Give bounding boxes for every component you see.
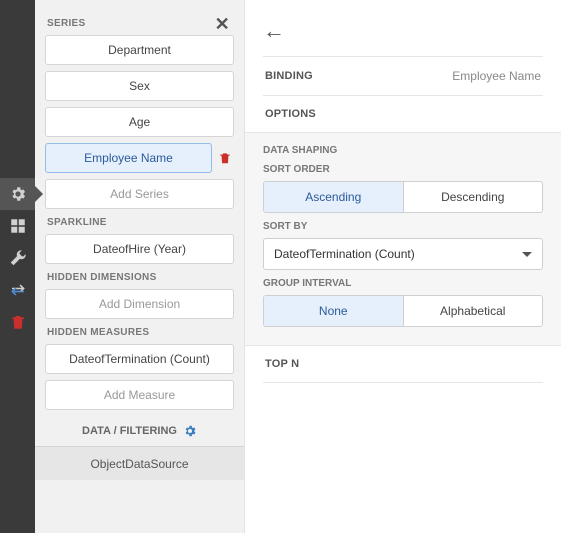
group-alphabetical-button[interactable]: Alphabetical — [403, 296, 543, 326]
binding-label: BINDING — [265, 70, 313, 82]
data-shaping-block: DATA SHAPING SORT ORDER Ascending Descen… — [245, 132, 561, 346]
series-item-selected[interactable]: Employee Name — [45, 143, 212, 173]
top-n-row[interactable]: TOP N — [263, 346, 543, 383]
gear-icon[interactable] — [183, 424, 197, 438]
top-n-label: TOP N — [265, 358, 299, 370]
add-measure-button[interactable]: Add Measure — [45, 380, 234, 410]
hidden-measure-item[interactable]: DateofTermination (Count) — [45, 344, 234, 374]
data-source-row[interactable]: ObjectDataSource — [35, 446, 244, 480]
sparkline-header: SPARKLINE — [47, 217, 107, 228]
series-item[interactable]: Sex — [45, 71, 234, 101]
sparkline-item[interactable]: DateofHire (Year) — [45, 234, 234, 264]
group-none-button[interactable]: None — [264, 296, 403, 326]
trash-icon[interactable] — [0, 306, 35, 338]
sort-order-label: SORT ORDER — [263, 164, 543, 175]
series-header: SERIES — [47, 18, 85, 29]
gear-icon[interactable] — [0, 178, 35, 210]
options-row[interactable]: OPTIONS — [263, 95, 543, 132]
data-shaping-label: DATA SHAPING — [263, 145, 543, 156]
binding-value: Employee Name — [452, 69, 541, 83]
binding-row[interactable]: BINDING Employee Name — [263, 56, 543, 95]
add-series-button[interactable]: Add Series — [45, 179, 234, 209]
chevron-down-icon — [522, 252, 532, 257]
sort-ascending-button[interactable]: Ascending — [264, 182, 403, 212]
left-panel: SERIES ✕ Department Sex Age Employee Nam… — [35, 0, 245, 533]
options-label: OPTIONS — [265, 108, 316, 120]
sort-by-label: SORT BY — [263, 221, 543, 232]
tool-sidebar — [0, 0, 35, 533]
swap-icon[interactable] — [0, 274, 35, 306]
back-arrow-icon[interactable]: ← — [263, 18, 285, 44]
delete-series-icon[interactable] — [218, 151, 234, 165]
data-filtering-header[interactable]: DATA / FILTERING — [82, 425, 177, 437]
hidden-measures-header: HIDDEN MEASURES — [47, 327, 149, 338]
sort-descending-button[interactable]: Descending — [403, 182, 543, 212]
series-item[interactable]: Age — [45, 107, 234, 137]
add-dimension-button[interactable]: Add Dimension — [45, 289, 234, 319]
layout-icon[interactable] — [0, 210, 35, 242]
group-interval-label: GROUP INTERVAL — [263, 278, 543, 289]
sort-by-select[interactable]: DateofTermination (Count) — [263, 238, 543, 270]
right-panel: ← BINDING Employee Name OPTIONS DATA SHA… — [245, 0, 561, 533]
close-icon[interactable]: ✕ — [215, 19, 230, 29]
series-item[interactable]: Department — [45, 35, 234, 65]
hidden-dimensions-header: HIDDEN DIMENSIONS — [47, 272, 157, 283]
group-interval-toggle: None Alphabetical — [263, 295, 543, 327]
sort-by-value: DateofTermination (Count) — [274, 247, 415, 261]
sort-order-toggle: Ascending Descending — [263, 181, 543, 213]
wrench-icon[interactable] — [0, 242, 35, 274]
